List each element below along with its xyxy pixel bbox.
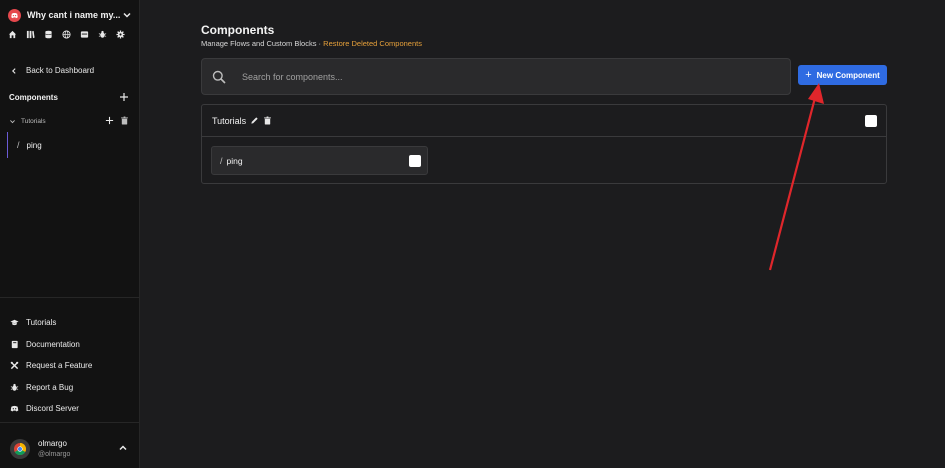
chevron-left-icon bbox=[12, 67, 16, 74]
gear-icon[interactable] bbox=[116, 30, 125, 39]
footer-link-label: Request a Feature bbox=[26, 361, 93, 371]
database-icon[interactable] bbox=[44, 30, 53, 39]
footer-link-request-feature[interactable]: Request a Feature bbox=[10, 355, 92, 377]
components-title: Components bbox=[9, 92, 58, 102]
components-section-header: Components bbox=[9, 92, 129, 102]
avatar bbox=[10, 439, 30, 459]
bug-icon[interactable] bbox=[98, 30, 107, 39]
footer-link-label: Tutorials bbox=[26, 318, 57, 328]
component-select-checkbox[interactable] bbox=[409, 155, 421, 167]
footer-link-report-bug[interactable]: Report a Bug bbox=[10, 377, 92, 399]
back-label: Back to Dashboard bbox=[26, 66, 95, 75]
page-title: Components bbox=[201, 23, 275, 37]
user-name: olmargo bbox=[38, 439, 67, 448]
folder-label: Tutorials bbox=[21, 117, 46, 125]
user-names: olmargo @olmargo bbox=[38, 438, 70, 460]
discord-icon bbox=[10, 406, 19, 412]
chevron-down-icon[interactable] bbox=[9, 118, 16, 125]
folder-actions bbox=[105, 116, 129, 125]
app-root: Why cant i name my... Back to Dashboard … bbox=[0, 0, 945, 468]
trash-icon[interactable] bbox=[120, 116, 129, 125]
component-slash-icon: / bbox=[220, 155, 223, 166]
sidebar: Why cant i name my... Back to Dashboard … bbox=[0, 0, 140, 468]
footer-link-tutorials[interactable]: Tutorials bbox=[10, 312, 92, 334]
sidebar-folder-tutorials[interactable]: Tutorials bbox=[9, 115, 129, 127]
workspace-name: Why cant i name my... bbox=[27, 10, 121, 20]
search-input[interactable] bbox=[242, 71, 742, 82]
pencil-icon[interactable] bbox=[250, 116, 259, 125]
search-bar[interactable] bbox=[201, 58, 791, 95]
sidebar-item-ping[interactable]: / ping bbox=[7, 132, 133, 158]
file-label: ping bbox=[26, 140, 42, 150]
footer-link-label: Documentation bbox=[26, 339, 80, 349]
sidebar-nav-icons bbox=[8, 30, 125, 39]
divider bbox=[0, 297, 139, 298]
add-icon[interactable] bbox=[105, 116, 114, 125]
footer-link-label: Report a Bug bbox=[26, 382, 74, 392]
user-menu[interactable]: olmargo @olmargo bbox=[10, 436, 132, 462]
library-icon[interactable] bbox=[26, 30, 35, 39]
folder-name: Tutorials bbox=[212, 115, 247, 126]
footer-link-label: Discord Server bbox=[26, 404, 79, 414]
workspace-switcher[interactable]: Why cant i name my... bbox=[8, 7, 132, 23]
user-handle: @olmargo bbox=[38, 451, 71, 458]
new-component-label: New Component bbox=[816, 70, 880, 80]
home-icon[interactable] bbox=[8, 30, 17, 39]
discord-logo-icon bbox=[8, 8, 21, 22]
annotation-arrow bbox=[768, 83, 824, 271]
sidebar-footer-links: Tutorials Documentation Request a Featur… bbox=[10, 312, 92, 420]
trash-icon[interactable] bbox=[263, 116, 272, 125]
subtitle-text: Manage Flows and Custom Blocks · bbox=[201, 39, 322, 48]
footer-link-discord[interactable]: Discord Server bbox=[10, 398, 92, 420]
bug-icon bbox=[10, 383, 19, 391]
component-name: ping bbox=[226, 155, 243, 166]
search-icon bbox=[212, 70, 226, 84]
divider bbox=[0, 422, 139, 423]
folder-select-checkbox[interactable] bbox=[865, 115, 877, 127]
component-slash-icon: / bbox=[17, 140, 20, 150]
component-tile-ping[interactable]: / ping bbox=[211, 146, 428, 175]
back-to-dashboard-link[interactable]: Back to Dashboard bbox=[10, 66, 94, 75]
restore-deleted-components-link[interactable]: Restore Deleted Components bbox=[323, 39, 422, 48]
chevron-down-icon[interactable] bbox=[122, 10, 132, 20]
footer-link-documentation[interactable]: Documentation bbox=[10, 334, 92, 356]
book-icon bbox=[11, 340, 18, 348]
page-subtitle: Manage Flows and Custom Blocks · Restore… bbox=[201, 39, 422, 48]
chevron-up-icon[interactable] bbox=[118, 443, 128, 453]
add-component-icon[interactable] bbox=[119, 92, 129, 102]
layout-icon[interactable] bbox=[80, 30, 89, 39]
graduation-cap-icon bbox=[10, 320, 19, 326]
tools-icon bbox=[10, 361, 19, 370]
globe-icon[interactable] bbox=[62, 30, 71, 39]
